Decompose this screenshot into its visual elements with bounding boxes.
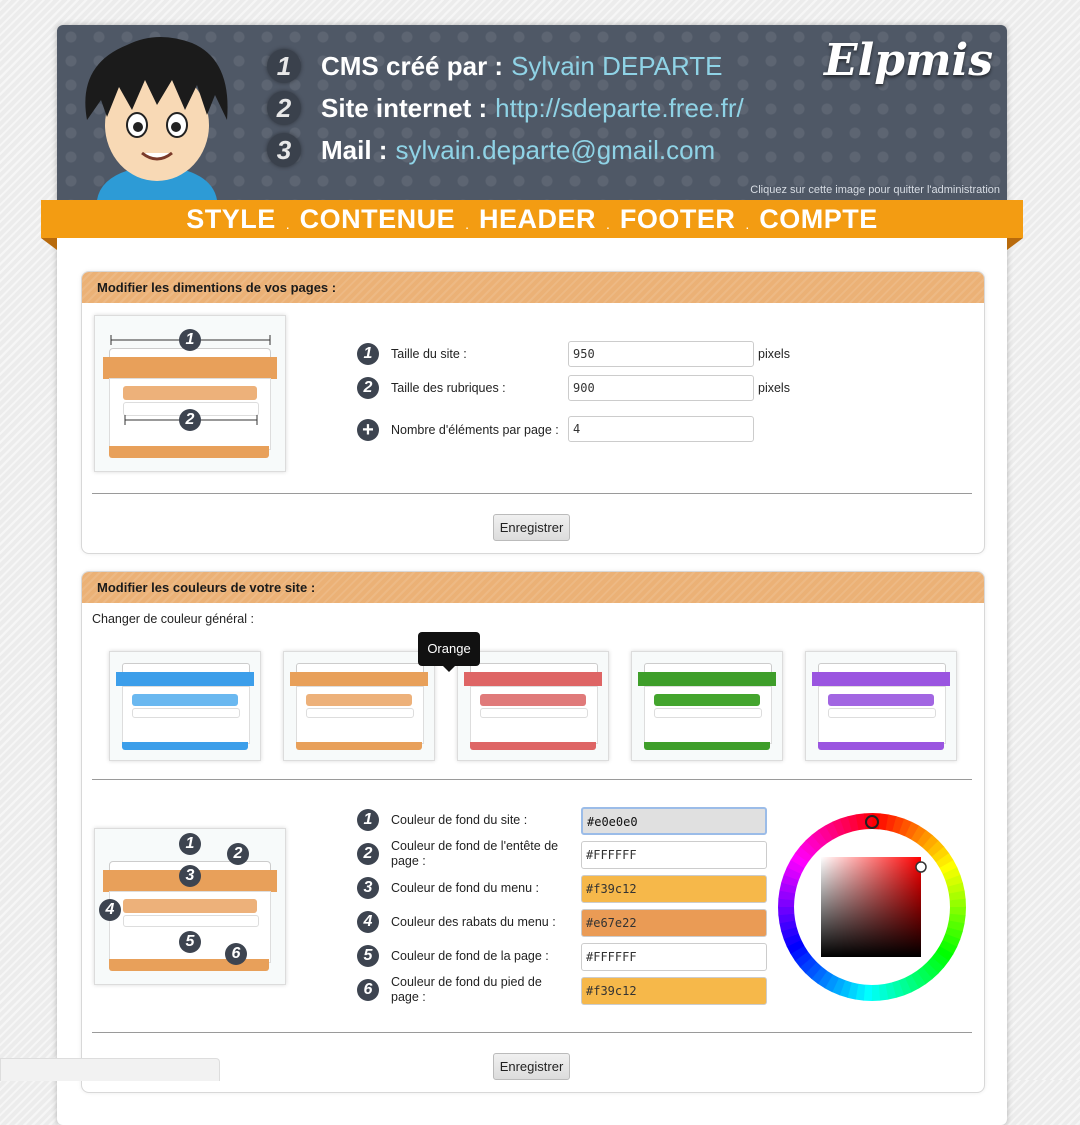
number-6-icon: 6 bbox=[357, 979, 379, 1001]
menu-fold-right bbox=[1007, 238, 1023, 250]
quit-admin-hint: Cliquez sur cette image pour quitter l'a… bbox=[750, 184, 1000, 196]
menu-separator: . bbox=[465, 216, 469, 232]
menu-item-footer[interactable]: FOOTER bbox=[620, 204, 736, 235]
number-4-icon: 4 bbox=[99, 899, 121, 921]
unit-label: pixels bbox=[758, 381, 790, 395]
field-label: Couleur de fond du site : bbox=[391, 813, 528, 827]
number-1-icon: 1 bbox=[357, 343, 379, 365]
website-link[interactable]: http://sdeparte.free.fr/ bbox=[495, 93, 744, 124]
panel-title: Modifier les couleurs de votre site : bbox=[82, 572, 984, 603]
header-line-mail: 3 Mail : sylvain.departe@gmail.com bbox=[267, 132, 715, 168]
number-badge: 1 bbox=[267, 49, 301, 83]
color-input[interactable]: #f39c12 bbox=[581, 977, 767, 1005]
menu-item-compte[interactable]: COMPTE bbox=[759, 204, 878, 235]
field-label: Couleur de fond du menu : bbox=[391, 881, 540, 895]
unit-label: pixels bbox=[758, 347, 790, 361]
number-3-icon: 3 bbox=[179, 865, 201, 887]
menu-item-header[interactable]: HEADER bbox=[479, 204, 596, 235]
main-menu: STYLE . CONTENUE . HEADER . FOOTER . COM… bbox=[41, 200, 1023, 238]
rubric-width-row: 2 Taille des rubriques : bbox=[357, 377, 557, 399]
field-label: Couleur des rabats du menu : bbox=[391, 915, 556, 929]
save-dimensions-button[interactable]: Enregistrer bbox=[493, 514, 570, 541]
color-field-row: 3 Couleur de fond du menu : bbox=[357, 877, 572, 905]
panel-title: Modifier les dimentions de vos pages : bbox=[82, 272, 984, 303]
theme-swatch-orange[interactable] bbox=[283, 651, 435, 761]
number-5-icon: 5 bbox=[357, 945, 379, 967]
color-input[interactable]: #e0e0e0 bbox=[581, 807, 767, 835]
theme-swatch-red[interactable] bbox=[457, 651, 609, 761]
admin-header-banner[interactable]: 1 CMS créé par : Sylvain DEPARTE 2 Site … bbox=[57, 25, 1007, 200]
divider bbox=[92, 493, 972, 494]
number-2-icon: 2 bbox=[179, 409, 201, 431]
color-field-row: 2 Couleur de fond de l'entête de page : bbox=[357, 839, 572, 871]
number-4-icon: 4 bbox=[357, 911, 379, 933]
menu-fold-left bbox=[41, 238, 57, 250]
mail-link[interactable]: sylvain.departe@gmail.com bbox=[395, 135, 715, 166]
site-width-row: 1 Taille du site : bbox=[357, 343, 557, 365]
field-label: Taille des rubriques : bbox=[391, 381, 506, 395]
items-per-page-input[interactable]: 4 bbox=[568, 416, 754, 442]
number-5-icon: 5 bbox=[179, 931, 201, 953]
dimensions-preview: 1 2 bbox=[94, 315, 286, 472]
theme-swatch-purple[interactable] bbox=[805, 651, 957, 761]
color-input[interactable]: #e67e22 bbox=[581, 909, 767, 937]
color-field-row: 5 Couleur de fond de la page : bbox=[357, 945, 572, 973]
number-2-icon: 2 bbox=[227, 843, 249, 865]
items-per-page-row: + Nombre d'éléments par page : bbox=[357, 419, 567, 441]
header-label: Mail : bbox=[321, 134, 388, 165]
avatar bbox=[85, 36, 228, 200]
field-label: Taille du site : bbox=[391, 347, 467, 361]
menu-separator: . bbox=[285, 216, 290, 232]
general-color-label: Changer de couleur général : bbox=[92, 612, 254, 626]
theme-swatch-green[interactable] bbox=[631, 651, 783, 761]
number-2-icon: 2 bbox=[357, 377, 379, 399]
header-line-author: 1 CMS créé par : Sylvain DEPARTE bbox=[267, 48, 723, 84]
divider bbox=[92, 1032, 972, 1033]
number-1-icon: 1 bbox=[357, 809, 379, 831]
author-name: Sylvain DEPARTE bbox=[511, 50, 723, 81]
header-line-website: 2 Site internet : http://sdeparte.free.f… bbox=[267, 90, 744, 126]
menu-separator: . bbox=[745, 216, 750, 232]
number-6-icon: 6 bbox=[225, 943, 247, 965]
save-colors-button[interactable]: Enregistrer bbox=[493, 1053, 570, 1080]
color-field-row: 1 Couleur de fond du site : bbox=[357, 809, 572, 837]
color-input[interactable]: #FFFFFF bbox=[581, 943, 767, 971]
site-width-input[interactable]: 950 bbox=[568, 341, 754, 367]
number-badge: 3 bbox=[267, 133, 301, 167]
theme-tooltip: Orange bbox=[418, 632, 480, 672]
color-input[interactable]: #f39c12 bbox=[581, 875, 767, 903]
colors-preview: 1 2 3 4 5 6 bbox=[94, 828, 286, 985]
number-1-icon: 1 bbox=[179, 329, 201, 351]
menu-item-style[interactable]: STYLE bbox=[186, 204, 276, 235]
menu-item-contenue[interactable]: CONTENUE bbox=[300, 204, 456, 235]
number-2-icon: 2 bbox=[357, 843, 379, 865]
elpmis-logo: Elpmis bbox=[823, 35, 993, 86]
divider bbox=[92, 779, 972, 780]
color-field-row: 4 Couleur des rabats du menu : bbox=[357, 911, 572, 939]
number-badge: 2 bbox=[267, 91, 301, 125]
number-3-icon: 3 bbox=[357, 877, 379, 899]
field-label: Nombre d'éléments par page : bbox=[391, 423, 559, 437]
number-1-icon: 1 bbox=[179, 833, 201, 855]
color-field-row: 6 Couleur de fond du pied de page : bbox=[357, 975, 572, 1007]
menu-separator: . bbox=[606, 216, 610, 232]
color-picker-wheel[interactable] bbox=[777, 812, 967, 1002]
bottom-left-tab bbox=[0, 1058, 220, 1081]
plus-icon: + bbox=[357, 419, 379, 441]
rubric-width-input[interactable]: 900 bbox=[568, 375, 754, 401]
field-label: Couleur de fond du pied de page : bbox=[391, 975, 542, 1004]
theme-swatch-blue[interactable] bbox=[109, 651, 261, 761]
field-label: Couleur de fond de la page : bbox=[391, 949, 549, 963]
header-label: Site internet : bbox=[321, 92, 488, 123]
color-input[interactable]: #FFFFFF bbox=[581, 841, 767, 869]
header-label: CMS créé par : bbox=[321, 50, 504, 81]
field-label: Couleur de fond de l'entête de page : bbox=[391, 839, 559, 868]
